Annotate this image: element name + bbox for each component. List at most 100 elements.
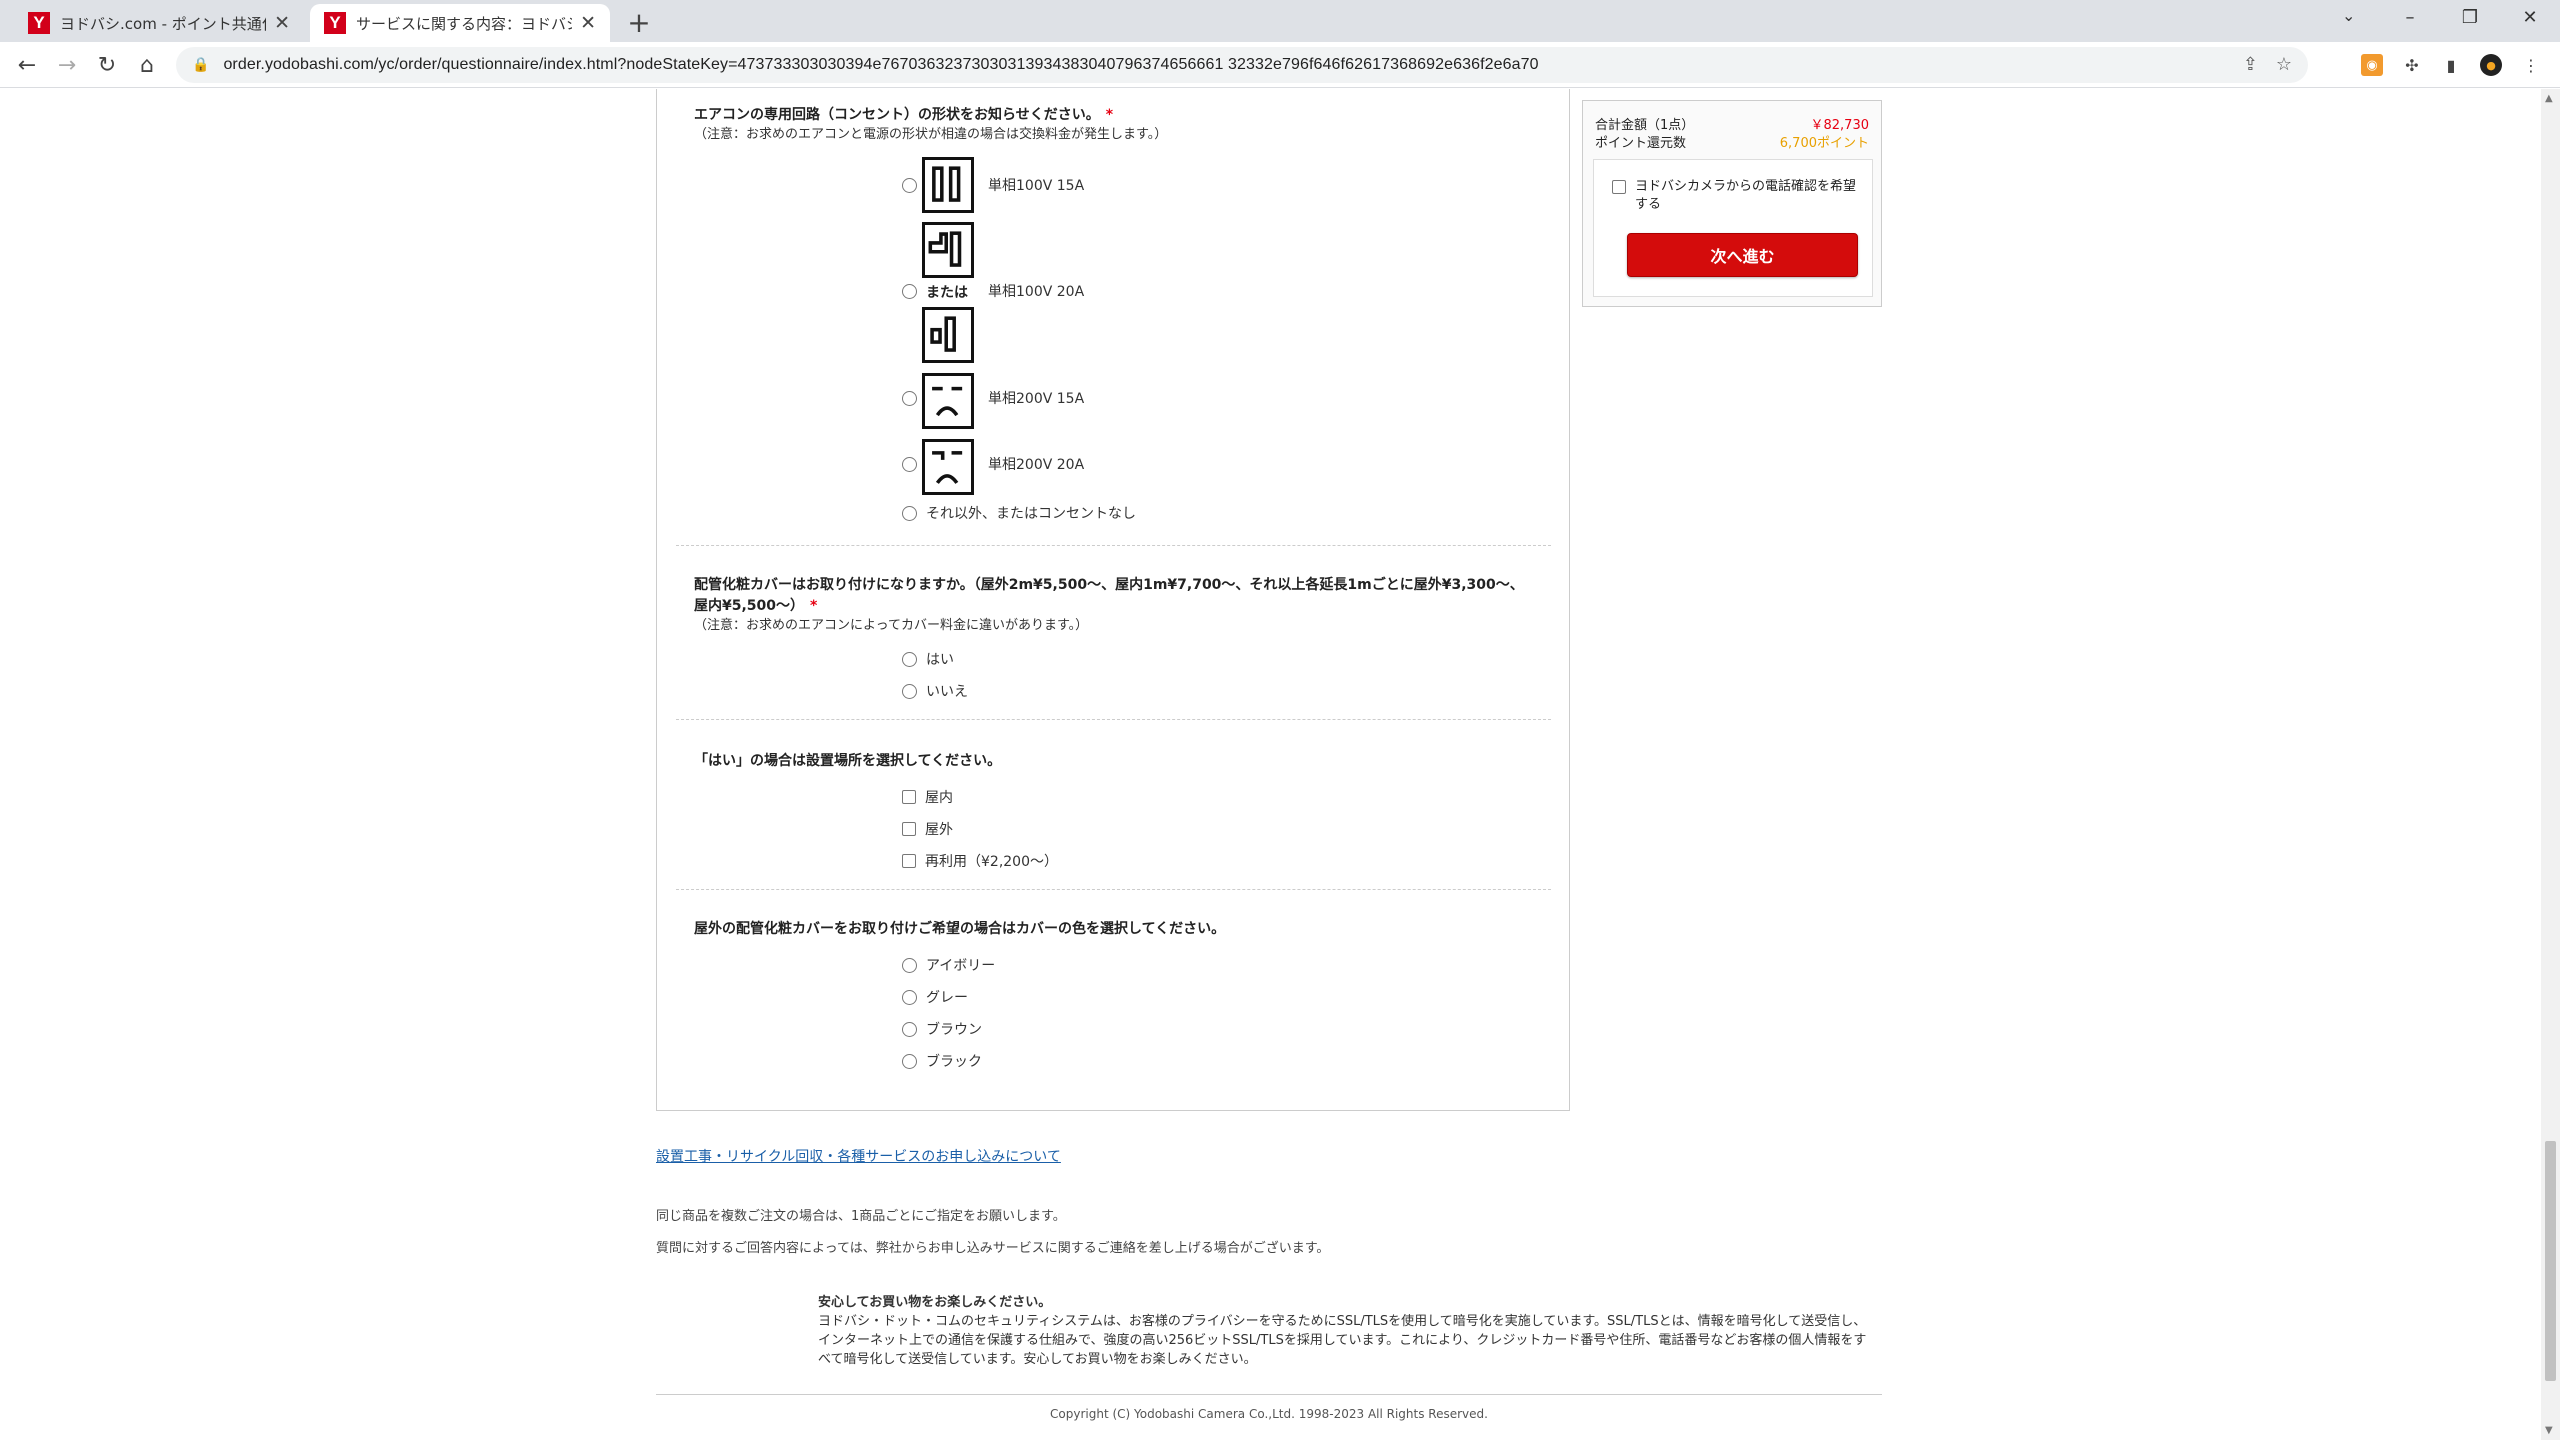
radio-outlet-100v-20a[interactable]: 単相100V 20A — [902, 281, 1084, 301]
question-note: （注意：お求めのエアコンと電源の形状が相違の場合は交換料金が発生します。） — [694, 127, 1168, 142]
radio-button[interactable] — [902, 177, 917, 193]
outlet-100v-20a-alt-icon — [922, 307, 974, 363]
divider — [676, 545, 1551, 546]
points-label: ポイント還元数 — [1595, 136, 1687, 151]
radio-color-gray[interactable]: グレー — [902, 987, 968, 1007]
checkbox-outdoor[interactable]: 屋外 — [902, 819, 953, 839]
service-info-link[interactable]: 設置工事・リサイクル回収・各種サービスのお申し込みについて — [656, 1146, 1061, 1166]
radio-button[interactable] — [902, 989, 917, 1005]
scrollbar-thumb[interactable] — [2545, 1141, 2556, 1381]
security-title: 安心してお買い物をお楽しみください。 — [818, 1295, 1052, 1310]
checkbox[interactable] — [1612, 180, 1626, 194]
back-icon[interactable]: ← — [12, 50, 42, 80]
phone-confirm-option[interactable]: ヨドバシカメラからの電話確認を希望する — [1612, 178, 1860, 214]
radio-outlet-100v-15a[interactable]: 単相100V 15A — [902, 175, 1084, 195]
browser-tab-strip: Y ヨドバシ.com - ポイント共通化手続き ✕ Y サービスに関する内容：ヨ… — [0, 0, 2560, 42]
tab-search-icon[interactable]: ⌄ — [2342, 6, 2355, 25]
browser-toolbar: ← → ↻ ⌂ 🔒 order.yodobashi.com/yc/order/q… — [0, 42, 2560, 88]
question-outlet-shape: エアコンの専用回路（コンセント）の形状をお知らせください。 * （注意：お求めのエ… — [694, 105, 1548, 144]
rss-extension-icon[interactable]: ◉ — [2361, 54, 2383, 76]
radio-button[interactable] — [902, 957, 917, 973]
checkbox[interactable] — [902, 822, 916, 836]
url-text: order.yodobashi.com/yc/order/questionnai… — [223, 56, 1539, 73]
side-panel-icon[interactable]: ▮ — [2440, 54, 2462, 76]
divider — [676, 889, 1551, 890]
question-cover-install: 配管化粧カバーはお取り付けになりますか。（屋外2m¥5,500～、屋内1m¥7,… — [694, 575, 1530, 635]
browser-tab-2[interactable]: Y サービスに関する内容：ヨドバシ・ドット ✕ — [310, 4, 610, 42]
browser-tab-1[interactable]: Y ヨドバシ.com - ポイント共通化手続き ✕ — [14, 4, 304, 42]
radio-button[interactable] — [902, 1053, 917, 1069]
share-icon[interactable]: ⇪ — [2243, 54, 2258, 75]
option-label: はい — [926, 652, 954, 668]
lock-icon[interactable]: 🔒 — [192, 57, 209, 73]
new-tab-button[interactable]: + — [624, 6, 654, 39]
option-label: 単相100V 15A — [988, 178, 1085, 194]
points-value: 6,700ポイント — [1779, 136, 1869, 151]
address-bar[interactable]: 🔒 order.yodobashi.com/yc/order/questionn… — [176, 47, 2308, 83]
reload-icon[interactable]: ↻ — [92, 50, 122, 80]
scroll-down-icon[interactable]: ▼ — [2545, 1425, 2553, 1436]
footer-divider — [656, 1394, 1882, 1395]
extensions-puzzle-icon[interactable]: ✣ — [2401, 54, 2423, 76]
radio-cover-yes[interactable]: はい — [902, 649, 954, 669]
total-label: 合計金額（1点） — [1595, 118, 1695, 133]
security-notice: 安心してお買い物をお楽しみください。 ヨドバシ・ドット・コムのセキュリティシステ… — [818, 1293, 1878, 1369]
radio-cover-no[interactable]: いいえ — [902, 681, 968, 701]
option-label: ブラック — [926, 1054, 982, 1070]
radio-button[interactable] — [902, 1021, 917, 1037]
radio-outlet-200v-15a[interactable]: 単相200V 15A — [902, 388, 1084, 408]
footer-note-1: 同じ商品を複数ご注文の場合は、1商品ごとにご指定をお願いします。 — [656, 1209, 1066, 1224]
minimize-button[interactable]: – — [2380, 0, 2440, 38]
question-title: 「はい」の場合は設置場所を選択してください。 — [694, 753, 1002, 769]
forward-icon[interactable]: → — [52, 50, 82, 80]
option-label: 再利用（¥2,200～） — [925, 854, 1058, 870]
option-label: グレー — [926, 990, 968, 1006]
tab-title: サービスに関する内容：ヨドバシ・ドット — [356, 14, 572, 33]
checkbox-indoor[interactable]: 屋内 — [902, 787, 953, 807]
close-tab-icon[interactable]: ✕ — [274, 12, 290, 34]
radio-button[interactable] — [902, 390, 917, 406]
option-label: ブラウン — [926, 1022, 982, 1038]
close-tab-icon[interactable]: ✕ — [580, 12, 596, 34]
profile-avatar[interactable]: ● — [2480, 54, 2502, 76]
order-summary-panel: 合計金額（1点） ￥82,730 ポイント還元数 6,700ポイント ヨドバシカ… — [1582, 100, 1882, 307]
radio-color-black[interactable]: ブラック — [902, 1051, 982, 1071]
required-mark: * — [810, 598, 818, 614]
page-content: エアコンの専用回路（コンセント）の形状をお知らせください。 * （注意：お求めのエ… — [0, 89, 2560, 1440]
option-label: いいえ — [926, 684, 968, 700]
option-label: アイボリー — [926, 958, 996, 974]
required-mark: * — [1105, 107, 1114, 123]
question-install-location: 「はい」の場合は設置場所を選択してください。 — [694, 751, 1548, 772]
radio-color-brown[interactable]: ブラウン — [902, 1019, 982, 1039]
radio-button[interactable] — [902, 283, 917, 299]
home-icon[interactable]: ⌂ — [132, 50, 162, 80]
question-title: 屋外の配管化粧カバーをお取り付けご希望の場合はカバーの色を選択してください。 — [694, 921, 1226, 937]
question-cover-color: 屋外の配管化粧カバーをお取り付けご希望の場合はカバーの色を選択してください。 — [694, 919, 1548, 940]
radio-button[interactable] — [902, 683, 917, 699]
bookmark-star-icon[interactable]: ☆ — [2276, 54, 2292, 75]
scroll-up-icon[interactable]: ▲ — [2545, 93, 2553, 104]
copyright: Copyright (C) Yodobashi Camera Co.,Ltd. … — [1050, 1407, 1488, 1421]
yodobashi-favicon-icon: Y — [28, 12, 50, 34]
outlet-100v-20a-icon — [922, 222, 974, 278]
question-title: 配管化粧カバーはお取り付けになりますか。（屋外2m¥5,500～、屋内1m¥7,… — [694, 577, 1524, 614]
radio-outlet-none[interactable]: それ以外、またはコンセントなし — [902, 503, 1136, 523]
footer-note-2: 質問に対するご回答内容によっては、弊社からお申し込みサービスに関するご連絡を差し… — [656, 1241, 1330, 1256]
radio-button[interactable] — [902, 456, 917, 472]
menu-kebab-icon[interactable]: ⋮ — [2520, 54, 2542, 76]
checkbox-reuse[interactable]: 再利用（¥2,200～） — [902, 851, 1058, 871]
checkbox[interactable] — [902, 854, 916, 868]
radio-button[interactable] — [902, 505, 917, 521]
yodobashi-favicon-icon: Y — [324, 12, 346, 34]
option-label: 屋内 — [925, 790, 953, 806]
radio-color-ivory[interactable]: アイボリー — [902, 955, 995, 975]
restore-button[interactable]: ❐ — [2440, 0, 2500, 38]
radio-outlet-200v-20a[interactable]: 単相200V 20A — [902, 454, 1084, 474]
option-label: 単相200V 15A — [988, 391, 1085, 407]
checkbox[interactable] — [902, 790, 916, 804]
next-button[interactable]: 次へ進む — [1627, 233, 1858, 277]
page-scrollbar[interactable]: ▲ ▼ — [2541, 89, 2560, 1440]
close-window-button[interactable]: ✕ — [2500, 0, 2560, 38]
option-label: 単相200V 20A — [988, 457, 1085, 473]
radio-button[interactable] — [902, 651, 917, 667]
